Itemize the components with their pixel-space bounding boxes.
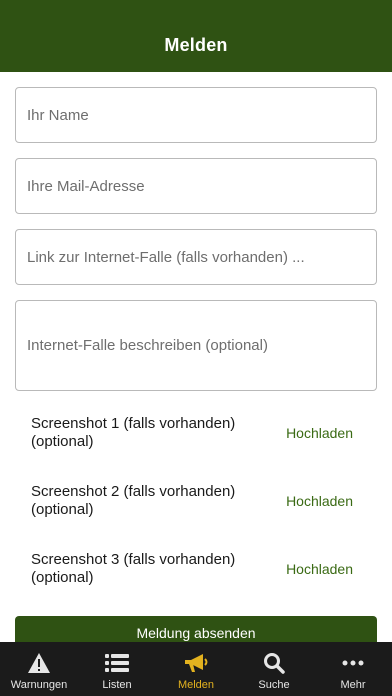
megaphone-icon xyxy=(183,650,209,676)
email-input[interactable]: Ihre Mail-Adresse xyxy=(15,158,377,214)
tab-label: Warnungen xyxy=(10,679,68,691)
tab-listen[interactable]: Listen xyxy=(78,642,156,696)
name-input[interactable]: Ihr Name xyxy=(15,87,377,143)
tab-warnungen[interactable]: Warnungen xyxy=(0,642,78,696)
tab-suche[interactable]: Suche xyxy=(235,642,313,696)
upload-button[interactable]: Hochladen xyxy=(286,493,353,509)
tab-melden[interactable]: Melden xyxy=(157,642,235,696)
tab-mehr[interactable]: Mehr xyxy=(314,642,392,696)
screenshot-row-1: Screenshot 1 (falls vorhanden) (optional… xyxy=(31,415,371,455)
email-placeholder: Ihre Mail-Adresse xyxy=(27,177,145,195)
more-icon xyxy=(340,650,366,676)
tab-label: Listen xyxy=(102,679,132,691)
screenshot-label: Screenshot 3 (falls vorhanden) (optional… xyxy=(31,551,236,586)
screenshot-label: Screenshot 2 (falls vorhanden) (optional… xyxy=(31,483,236,518)
upload-button[interactable]: Hochladen xyxy=(286,425,353,441)
upload-button[interactable]: Hochladen xyxy=(286,561,353,577)
tab-label: Mehr xyxy=(340,679,366,691)
screenshot-row-3: Screenshot 3 (falls vorhanden) (optional… xyxy=(31,551,371,591)
page-title: Melden xyxy=(164,35,228,55)
warning-icon xyxy=(26,650,52,676)
name-placeholder: Ihr Name xyxy=(27,106,89,124)
description-placeholder: Internet-Falle beschreiben (optional) xyxy=(27,337,268,354)
tab-label: Melden xyxy=(177,679,215,691)
link-placeholder: Link zur Internet-Falle (falls vorhanden… xyxy=(27,248,305,266)
screenshot-label: Screenshot 1 (falls vorhanden) (optional… xyxy=(31,415,236,450)
search-icon xyxy=(261,650,287,676)
screenshot-row-2: Screenshot 2 (falls vorhanden) (optional… xyxy=(31,483,371,523)
list-icon xyxy=(104,650,130,676)
link-input[interactable]: Link zur Internet-Falle (falls vorhanden… xyxy=(15,229,377,285)
app-header: Melden xyxy=(0,0,392,72)
tab-bar: Warnungen Listen Melden Suche Mehr xyxy=(0,642,392,696)
description-textarea[interactable]: Internet-Falle beschreiben (optional) xyxy=(15,300,377,391)
tab-label: Suche xyxy=(258,679,290,691)
